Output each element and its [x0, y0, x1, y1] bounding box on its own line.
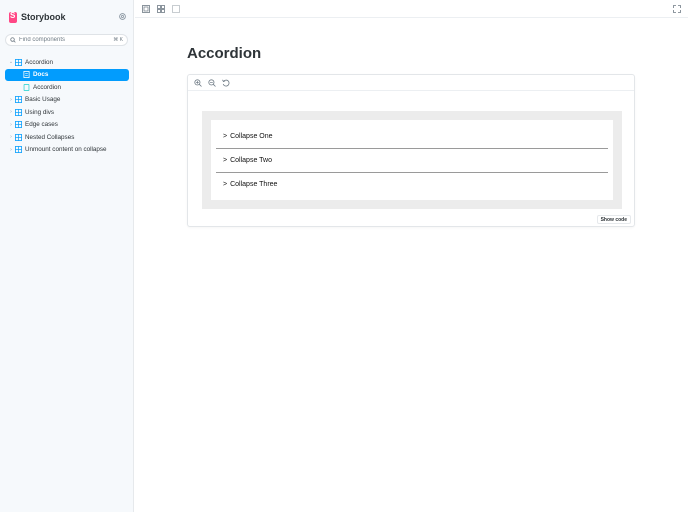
- zoom-reset-icon[interactable]: [222, 79, 230, 87]
- component-tree: ⌄ Accordion Docs Accordion › Basic Usage…: [5, 56, 129, 156]
- component-icon: [15, 133, 22, 141]
- top-toolbar: [135, 0, 688, 18]
- storybook-logo-icon: [9, 11, 17, 23]
- story-preview: > Collapse One > Collapse Two > Collapse…: [187, 74, 635, 227]
- sidebar-item-unmount-content[interactable]: › Unmount content on collapse: [5, 144, 129, 157]
- component-icon: [15, 58, 22, 66]
- accordion-item-collapse-two[interactable]: > Collapse Two: [216, 148, 608, 172]
- page-title: Accordion: [187, 45, 262, 62]
- sidebar-item-basic-usage[interactable]: › Basic Usage: [5, 94, 129, 107]
- accordion-arrow: >: [223, 132, 228, 140]
- outline-icon[interactable]: [172, 5, 180, 13]
- accordion-item-label: Collapse Three: [230, 180, 278, 188]
- settings-gear-icon[interactable]: [118, 12, 127, 21]
- sidebar-item-label: Basic Usage: [25, 96, 61, 104]
- component-icon: [15, 96, 22, 104]
- component-icon: [15, 108, 22, 116]
- doc-icon: [23, 71, 30, 79]
- sidebar-item-label: Accordion: [33, 83, 62, 91]
- chevron-right-icon[interactable]: ›: [8, 147, 14, 153]
- brand-name: Storybook: [21, 12, 66, 22]
- accordion-item-collapse-one[interactable]: > Collapse One: [216, 124, 608, 148]
- sidebar-toggle-icon[interactable]: [142, 5, 150, 13]
- sidebar-item-nested-collapses[interactable]: › Nested Collapses: [5, 131, 129, 144]
- search-icon: [10, 37, 16, 43]
- search-shortcut: ⌘ K: [113, 37, 123, 43]
- brand[interactable]: Storybook: [9, 11, 66, 23]
- chevron-right-icon[interactable]: ›: [8, 134, 14, 140]
- sidebar-item-label: Docs: [33, 71, 49, 79]
- chevron-right-icon[interactable]: ›: [8, 122, 14, 128]
- sidebar-item-edge-cases[interactable]: › Edge cases: [5, 119, 129, 132]
- story-canvas: > Collapse One > Collapse Two > Collapse…: [202, 111, 622, 209]
- chevron-down-icon[interactable]: ⌄: [8, 59, 14, 65]
- zoom-in-icon[interactable]: [194, 79, 202, 87]
- show-code-button[interactable]: Show code: [596, 215, 631, 224]
- story-icon: [23, 83, 30, 91]
- chevron-right-icon[interactable]: ›: [8, 109, 14, 115]
- fullscreen-icon[interactable]: [673, 5, 681, 13]
- sidebar: Storybook ⌘ K ⌄ Accordion Docs Accordion…: [0, 0, 134, 512]
- accordion-arrow: >: [223, 156, 228, 164]
- accordion-item-label: Collapse Two: [230, 156, 272, 164]
- grid-icon[interactable]: [157, 5, 165, 13]
- accordion-arrow: >: [223, 180, 228, 188]
- sidebar-item-using-divs[interactable]: › Using divs: [5, 106, 129, 119]
- accordion: > Collapse One > Collapse Two > Collapse…: [211, 120, 613, 200]
- sidebar-item-accordion-story[interactable]: Accordion: [5, 81, 129, 94]
- sidebar-item-label: Accordion: [25, 58, 54, 66]
- search-input[interactable]: [19, 37, 111, 43]
- preview-toolbar: [188, 75, 634, 91]
- chevron-right-icon[interactable]: ›: [8, 97, 14, 103]
- sidebar-item-docs[interactable]: Docs: [5, 68, 129, 81]
- sidebar-item-accordion-group[interactable]: ⌄ Accordion: [5, 56, 129, 69]
- zoom-out-icon[interactable]: [208, 79, 216, 87]
- search-box[interactable]: ⌘ K: [5, 34, 128, 46]
- sidebar-item-label: Nested Collapses: [25, 133, 75, 141]
- sidebar-item-label: Edge cases: [25, 121, 58, 129]
- accordion-item-label: Collapse One: [230, 132, 273, 140]
- accordion-item-collapse-three[interactable]: > Collapse Three: [216, 172, 608, 196]
- sidebar-item-label: Unmount content on collapse: [25, 146, 107, 154]
- component-icon: [15, 146, 22, 154]
- component-icon: [15, 121, 22, 129]
- sidebar-item-label: Using divs: [25, 108, 55, 116]
